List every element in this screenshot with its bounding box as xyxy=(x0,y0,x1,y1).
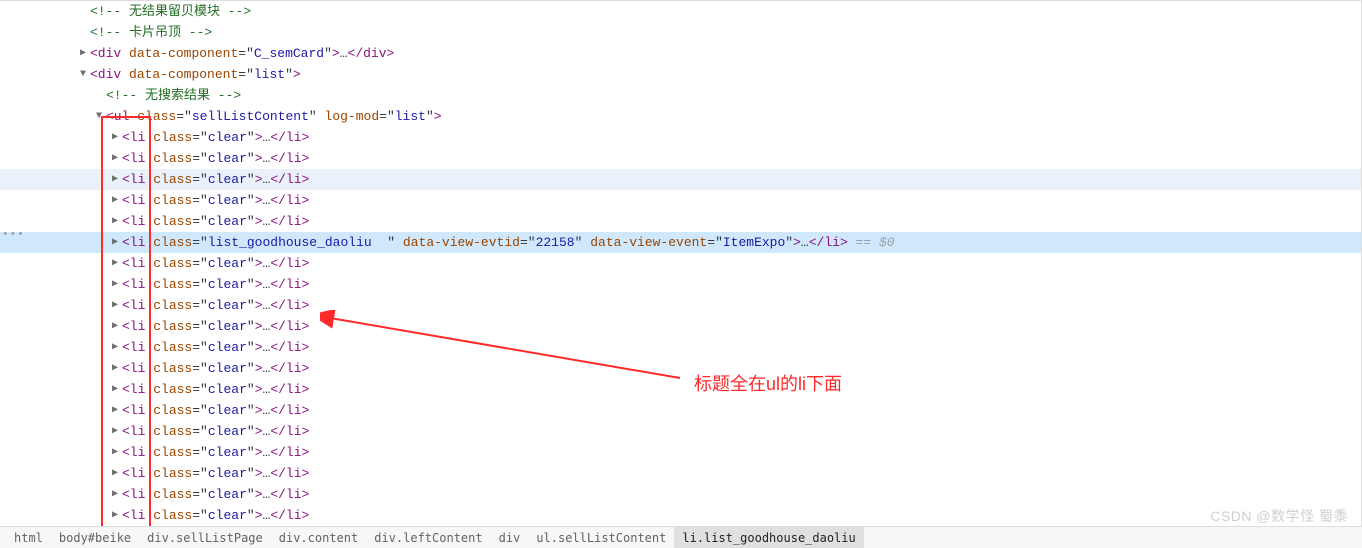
comment-row[interactable]: <!-- 无搜索结果 --> xyxy=(0,85,1362,106)
collapse-icon[interactable] xyxy=(110,484,120,505)
li-clear-row[interactable]: <li class="clear">…</li> xyxy=(0,463,1362,484)
collapse-icon[interactable] xyxy=(110,232,120,253)
comment-row[interactable]: <!-- 卡片吊顶 --> xyxy=(0,22,1362,43)
breadcrumb-item[interactable]: body#beike xyxy=(51,527,139,548)
li-clear-row[interactable]: <li class="clear">…</li> xyxy=(0,274,1362,295)
li-clear-row[interactable]: <li class="clear">…</li> xyxy=(0,295,1362,316)
collapse-icon[interactable] xyxy=(110,295,120,316)
ul-row[interactable]: <ul class="sellListContent" log-mod="lis… xyxy=(0,106,1362,127)
collapse-icon[interactable] xyxy=(110,400,120,421)
collapse-icon[interactable] xyxy=(110,253,120,274)
collapse-icon[interactable] xyxy=(110,337,120,358)
li-clear-row[interactable]: <li class="clear">…</li> xyxy=(0,400,1362,421)
li-clear-row[interactable]: <li class="clear">…</li> xyxy=(0,253,1362,274)
li-clear-row[interactable]: <li class="clear">…</li> xyxy=(0,211,1362,232)
breadcrumb-item[interactable]: div xyxy=(491,527,529,548)
breadcrumb-item[interactable]: div.sellListPage xyxy=(139,527,271,548)
breadcrumb-item[interactable]: div.content xyxy=(271,527,366,548)
breadcrumb-item[interactable]: html xyxy=(6,527,51,548)
li-clear-row[interactable]: <li class="clear">…</li> xyxy=(0,379,1362,400)
li-clear-row[interactable]: <li class="clear">…</li> xyxy=(0,190,1362,211)
li-goodhouse-row[interactable]: <li class="list_goodhouse_daoliu " data-… xyxy=(0,232,1362,253)
dom-tree: <!-- 无结果留贝模块 --><!-- 卡片吊顶 --><div data-c… xyxy=(0,1,1362,547)
breadcrumb-item[interactable]: div.leftContent xyxy=(366,527,490,548)
expand-icon[interactable] xyxy=(94,106,104,127)
li-clear-row[interactable]: <li class="clear">…</li> xyxy=(0,358,1362,379)
li-clear-row[interactable]: <li class="clear">…</li> xyxy=(0,505,1362,526)
breadcrumb-item[interactable]: ul.sellListContent xyxy=(528,527,674,548)
li-clear-row[interactable]: <li class="clear">…</li> xyxy=(0,148,1362,169)
collapse-icon[interactable] xyxy=(110,463,120,484)
breadcrumb-item[interactable]: li.list_goodhouse_daoliu xyxy=(674,527,863,548)
li-clear-row[interactable]: <li class="clear">…</li> xyxy=(0,169,1362,190)
div-list-row[interactable]: <div data-component="list"> xyxy=(0,64,1362,85)
div-semcard-row[interactable]: <div data-component="C_semCard">…</div> xyxy=(0,43,1362,64)
breadcrumb-path: htmlbody#beikediv.sellListPagediv.conten… xyxy=(0,526,1362,548)
li-clear-row[interactable]: <li class="clear">…</li> xyxy=(0,421,1362,442)
collapse-icon[interactable] xyxy=(78,43,88,64)
collapse-icon[interactable] xyxy=(110,316,120,337)
collapse-icon[interactable] xyxy=(110,442,120,463)
collapse-icon[interactable] xyxy=(110,190,120,211)
collapse-icon[interactable] xyxy=(110,169,120,190)
collapse-icon[interactable] xyxy=(110,274,120,295)
collapse-icon[interactable] xyxy=(110,505,120,526)
collapse-icon[interactable] xyxy=(110,127,120,148)
li-clear-row[interactable]: <li class="clear">…</li> xyxy=(0,442,1362,463)
comment-row[interactable]: <!-- 无结果留贝模块 --> xyxy=(0,1,1362,22)
collapse-icon[interactable] xyxy=(110,358,120,379)
annotation-text: 标题全在ul的li下面 xyxy=(694,370,842,396)
collapse-icon[interactable] xyxy=(110,379,120,400)
li-clear-row[interactable]: <li class="clear">…</li> xyxy=(0,127,1362,148)
li-clear-row[interactable]: <li class="clear">…</li> xyxy=(0,484,1362,505)
collapse-icon[interactable] xyxy=(110,421,120,442)
collapse-icon[interactable] xyxy=(110,148,120,169)
collapse-icon[interactable] xyxy=(110,211,120,232)
watermark: CSDN @数学怪 蜀黍 xyxy=(1210,506,1348,526)
gutter-indicator: ••• xyxy=(2,229,25,241)
li-clear-row[interactable]: <li class="clear">…</li> xyxy=(0,337,1362,358)
li-clear-row[interactable]: <li class="clear">…</li> xyxy=(0,316,1362,337)
expand-icon[interactable] xyxy=(78,64,88,85)
